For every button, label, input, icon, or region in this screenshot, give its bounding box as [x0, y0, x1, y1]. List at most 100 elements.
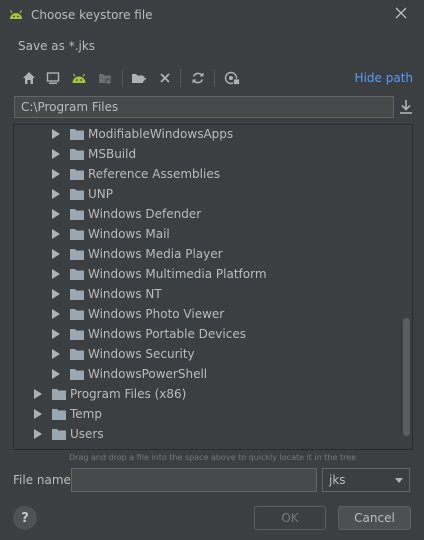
tree-row[interactable]: Windows Portable Devices: [52, 324, 246, 344]
folder-icon: [70, 309, 84, 320]
extension-dropdown[interactable]: jks: [322, 468, 410, 492]
toolbar-separator: [122, 69, 123, 87]
tree-row[interactable]: UNP: [52, 184, 113, 204]
chevron-down-icon: [395, 478, 403, 483]
tree-row[interactable]: WindowsPowerShell: [52, 364, 207, 384]
show-hidden-files-icon: [224, 71, 240, 85]
folder-icon: [70, 129, 84, 140]
module-button[interactable]: [96, 69, 114, 87]
android-icon: [9, 10, 23, 19]
tree-row[interactable]: Users: [34, 424, 104, 444]
close-icon[interactable]: [394, 6, 408, 20]
expand-arrow-icon[interactable]: [52, 149, 60, 159]
tree-row[interactable]: Windows Media Player: [52, 244, 223, 264]
tree-row-label: Program Files (x86): [70, 387, 187, 401]
hide-path-link[interactable]: Hide path: [355, 71, 413, 85]
tree-row[interactable]: MSBuild: [52, 144, 136, 164]
tree-row-label: UNP: [88, 187, 113, 201]
home-icon: [23, 72, 35, 84]
desktop-icon: [46, 72, 60, 84]
expand-arrow-icon[interactable]: [34, 429, 42, 439]
toolbar-separator: [180, 69, 181, 87]
tree-row[interactable]: Windows Mail: [52, 224, 170, 244]
file-name-input[interactable]: [71, 468, 317, 492]
toolbar-separator: [214, 69, 215, 87]
dialog-subtitle: Save as *.jks: [18, 39, 96, 53]
window-title: Choose keystore file: [31, 8, 153, 22]
download-icon[interactable]: [398, 98, 414, 116]
folder-icon: [70, 189, 84, 200]
folder-icon: [52, 429, 66, 440]
new-folder-icon: [132, 74, 146, 83]
folder-icon: [52, 389, 66, 400]
delete-icon: [160, 73, 170, 83]
folder-icon: [70, 269, 84, 280]
home-button[interactable]: [20, 69, 38, 87]
show-hidden-button[interactable]: [223, 69, 241, 87]
expand-arrow-icon[interactable]: [52, 269, 60, 279]
tree-row[interactable]: Windows Photo Viewer: [52, 304, 224, 324]
folder-icon: [70, 229, 84, 240]
expand-arrow-icon[interactable]: [52, 289, 60, 299]
expand-arrow-icon[interactable]: [52, 349, 60, 359]
tree-row[interactable]: Windows Multimedia Platform: [52, 264, 267, 284]
expand-arrow-icon[interactable]: [34, 389, 42, 399]
tree-row[interactable]: Windows Security: [52, 344, 195, 364]
drag-drop-hint: Drag and drop a file into the space abov…: [69, 453, 357, 462]
project-button[interactable]: [70, 69, 88, 87]
new-folder-button[interactable]: [130, 69, 148, 87]
delete-button[interactable]: [156, 69, 174, 87]
tree-row-label: Windows Photo Viewer: [88, 307, 225, 321]
tree-row-label: Windows Defender: [88, 207, 202, 221]
folder-icon: [70, 149, 84, 160]
expand-arrow-icon[interactable]: [52, 189, 60, 199]
expand-arrow-icon[interactable]: [52, 369, 60, 379]
tree-row[interactable]: Program Files (x86): [34, 384, 186, 404]
expand-arrow-icon[interactable]: [52, 129, 60, 139]
tree-scrollbar[interactable]: [403, 318, 410, 436]
folder-module-icon: [99, 74, 112, 85]
folder-icon: [70, 369, 84, 380]
folder-icon: [70, 289, 84, 300]
ok-button[interactable]: OK: [254, 506, 326, 530]
tree-row-label: Windows Security: [88, 347, 195, 361]
expand-arrow-icon[interactable]: [52, 309, 60, 319]
tree-row-label: Windows Media Player: [88, 247, 223, 261]
folder-icon: [70, 209, 84, 220]
folder-icon: [52, 409, 66, 420]
path-field[interactable]: C:\Program Files: [14, 96, 394, 118]
tree-row-label: Windows NT: [88, 287, 162, 301]
refresh-icon: [192, 72, 204, 84]
folder-icon: [70, 349, 84, 360]
folder-icon: [70, 169, 84, 180]
tree-row[interactable]: Temp: [34, 404, 102, 424]
expand-arrow-icon[interactable]: [34, 409, 42, 419]
tree-row[interactable]: Windows Defender: [52, 204, 201, 224]
file-name-label: File name:: [13, 473, 75, 487]
extension-selected: jks: [329, 473, 346, 487]
tree-row[interactable]: Windows NT: [52, 284, 162, 304]
tree-row-label: WindowsPowerShell: [88, 367, 208, 381]
expand-arrow-icon[interactable]: [52, 209, 60, 219]
tree-row-label: Windows Multimedia Platform: [88, 267, 267, 281]
tree-row[interactable]: ModifiableWindowsApps: [52, 125, 234, 144]
expand-arrow-icon[interactable]: [52, 249, 60, 259]
desktop-button[interactable]: [44, 69, 62, 87]
expand-arrow-icon[interactable]: [52, 329, 60, 339]
title-bar: Choose keystore file: [0, 0, 424, 30]
tree-row-label: ModifiableWindowsApps: [88, 127, 234, 141]
android-icon: [72, 73, 86, 83]
expand-arrow-icon[interactable]: [52, 229, 60, 239]
tree-row-label: Windows Mail: [88, 227, 170, 241]
file-tree[interactable]: ModifiableWindowsApps MSBuild Reference As…: [13, 124, 413, 450]
expand-arrow-icon[interactable]: [52, 169, 60, 179]
tree-row-label: Reference Assemblies: [88, 167, 220, 181]
tree-row[interactable]: Reference Assemblies: [52, 164, 220, 184]
folder-icon: [70, 249, 84, 260]
toolbar: Hide path: [14, 66, 414, 90]
refresh-button[interactable]: [189, 69, 207, 87]
cancel-button[interactable]: Cancel: [338, 506, 411, 530]
tree-row-label: Temp: [70, 407, 102, 421]
help-button[interactable]: ?: [13, 506, 37, 530]
tree-row-label: Windows Portable Devices: [88, 327, 246, 341]
